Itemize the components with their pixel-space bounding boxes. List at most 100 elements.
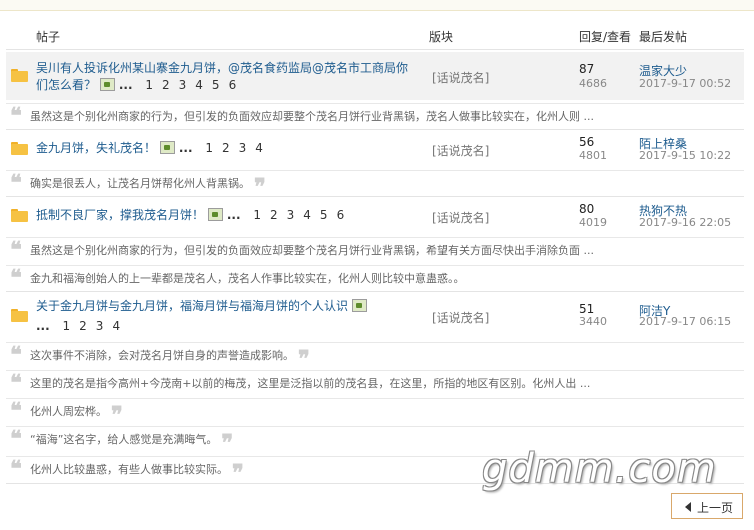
page-link[interactable]: 5 bbox=[212, 78, 220, 92]
reply-quote[interactable]: ❝ 确实是很丢人，让茂名月饼帮化州人背黑锅。 ❞ bbox=[6, 170, 744, 198]
thread-row[interactable]: 吴川有人投诉化州某山寨金九月饼，@茂名食药监局@茂名市工商局你 们怎么看？ ..… bbox=[6, 52, 744, 100]
page-link[interactable]: 3 bbox=[96, 319, 104, 333]
reply-count: 87 bbox=[579, 62, 595, 76]
pages-ellipsis: ... bbox=[178, 141, 193, 155]
folder-icon bbox=[11, 69, 28, 82]
page-link[interactable]: 6 bbox=[229, 78, 237, 92]
page-link[interactable]: 4 bbox=[255, 141, 263, 155]
page-link[interactable]: 2 bbox=[162, 78, 170, 92]
quote-text: 虽然这是个别化州商家的行为，但引发的负面效应却要整个茂名月饼行业背黑锅，茂名人做… bbox=[30, 110, 594, 123]
pages-ellipsis: ... bbox=[36, 319, 50, 333]
pagination-links: 123456 bbox=[142, 78, 246, 92]
open-quote-icon: ❝ bbox=[10, 398, 22, 424]
thread-title-line[interactable]: 关于金九月饼与金九月饼，福海月饼与福海月饼的个人认识 bbox=[36, 298, 371, 315]
page-link[interactable]: 6 bbox=[337, 208, 345, 222]
page-link[interactable]: 1 bbox=[205, 141, 213, 155]
open-quote-icon: ❝ bbox=[10, 265, 22, 291]
reply-quote[interactable]: ❝ 化州人周宏桦。 ❞ bbox=[6, 398, 744, 426]
close-quote-icon: ❞ bbox=[221, 430, 234, 456]
folder-icon bbox=[11, 142, 28, 155]
page-link[interactable]: 2 bbox=[270, 208, 278, 222]
view-count: 3440 bbox=[579, 315, 607, 328]
thread-title[interactable]: 金九月饼，失礼茂名！ bbox=[36, 141, 156, 155]
header-last-post: 最后发帖 bbox=[639, 30, 688, 44]
pagination-links: ... 1234 bbox=[36, 319, 129, 333]
image-attachment-icon bbox=[159, 141, 175, 154]
last-post-date: 2017-9-17 06:15 bbox=[639, 315, 732, 328]
page-link[interactable]: 2 bbox=[222, 141, 230, 155]
thread-title-line[interactable]: 金九月饼，失礼茂名！ ... 1234 bbox=[36, 140, 272, 157]
forum-link[interactable]: [话说茂名] bbox=[432, 309, 489, 326]
reply-quote[interactable]: ❝ 虽然这是个别化州商家的行为，但引发的负面效应却要整个茂名月饼行业背黑锅，希望… bbox=[6, 237, 744, 263]
prev-page-button[interactable]: 上一页 bbox=[671, 493, 743, 519]
header-forum: 版块 bbox=[429, 30, 454, 44]
site-watermark: gdmm.com bbox=[482, 446, 717, 492]
last-post-date: 2017-9-17 00:52 bbox=[639, 77, 732, 90]
quote-text: 化州人周宏桦。 bbox=[30, 405, 107, 418]
pagination-links: 123456 bbox=[250, 208, 354, 222]
forum-link[interactable]: [话说茂名] bbox=[432, 209, 489, 226]
open-quote-icon: ❝ bbox=[10, 103, 22, 129]
quote-text: 确实是很丢人，让茂名月饼帮化州人背黑锅。 bbox=[30, 177, 250, 190]
top-strip bbox=[0, 0, 754, 11]
row-divider bbox=[6, 196, 744, 197]
forum-link[interactable]: [话说茂名] bbox=[432, 69, 489, 86]
close-quote-icon: ❞ bbox=[111, 402, 123, 428]
open-quote-icon: ❝ bbox=[10, 237, 22, 263]
quote-text: 虽然这是个别化州商家的行为，但引发的负面效应却要整个茂名月饼行业背黑锅，希望有关… bbox=[30, 244, 594, 257]
folder-icon bbox=[11, 309, 28, 322]
image-attachment-icon bbox=[99, 78, 115, 91]
image-attachment-icon bbox=[207, 208, 223, 221]
thread-title[interactable]: 抵制不良厂家，撑我茂名月饼！ bbox=[36, 208, 204, 222]
header-post: 帖子 bbox=[36, 30, 61, 44]
page-link[interactable]: 1 bbox=[145, 78, 153, 92]
prev-page-label: 上一页 bbox=[697, 501, 734, 515]
quote-text: “福海”这名字，给人感觉是充满晦气。 bbox=[30, 433, 218, 446]
page-link[interactable]: 4 bbox=[112, 319, 120, 333]
forum-link[interactable]: [话说茂名] bbox=[432, 142, 489, 159]
page-link[interactable]: 1 bbox=[253, 208, 261, 222]
page-link[interactable]: 3 bbox=[287, 208, 295, 222]
open-quote-icon: ❝ bbox=[10, 370, 22, 396]
page-link[interactable]: 5 bbox=[320, 208, 328, 222]
page-link[interactable]: 4 bbox=[195, 78, 203, 92]
folder-icon bbox=[11, 209, 28, 222]
open-quote-icon: ❝ bbox=[10, 170, 22, 196]
open-quote-icon: ❝ bbox=[10, 456, 22, 482]
page-link[interactable]: 3 bbox=[239, 141, 247, 155]
thread-title-line[interactable]: 抵制不良厂家，撑我茂名月饼！ ... 123456 bbox=[36, 207, 353, 224]
view-count: 4801 bbox=[579, 149, 607, 162]
thread-row[interactable]: 关于金九月饼与金九月饼，福海月饼与福海月饼的个人认识 ... 1234 [话说茂… bbox=[6, 294, 744, 336]
quote-text: 这次事件不消除，会对茂名月饼自身的声誉造成影响。 bbox=[30, 349, 294, 362]
quote-text: 这里的茂名是指今高州+今茂南+以前的梅茂，这里是泛指以前的茂名县，在这里，所指的… bbox=[30, 377, 591, 390]
page-link[interactable]: 1 bbox=[63, 319, 71, 333]
reply-count: 80 bbox=[579, 202, 595, 216]
open-quote-icon: ❝ bbox=[10, 426, 22, 452]
thread-title-line2[interactable]: 们怎么看？ bbox=[36, 78, 96, 92]
thread-title-cont[interactable]: 们怎么看？ ... 123456 bbox=[36, 77, 245, 94]
reply-quote[interactable]: ❝ 金九和福海创始人的上一辈都是茂名人，茂名人作事比较实在，化州人则比较中意蛊惑… bbox=[6, 265, 744, 291]
pagination-links: 1234 bbox=[202, 141, 272, 155]
reply-quote[interactable]: ❝ 这次事件不消除，会对茂名月饼自身的声誉造成影响。 ❞ bbox=[6, 342, 744, 370]
pages-ellipsis: ... bbox=[226, 208, 241, 222]
reply-quote[interactable]: ❝ 这里的茂名是指今高州+今茂南+以前的梅茂，这里是泛指以前的茂名县，在这里，所… bbox=[6, 370, 744, 396]
chevron-left-icon bbox=[685, 502, 691, 512]
thread-row[interactable]: 抵制不良厂家，撑我茂名月饼！ ... 123456 [话说茂名] 80 4019… bbox=[6, 199, 744, 233]
reply-quote[interactable]: ❝ 虽然这是个别化州商家的行为，但引发的负面效应却要整个茂名月饼行业背黑锅，茂名… bbox=[6, 103, 744, 129]
quote-text: 化州人比较蛊惑，有些人做事比较实际。 bbox=[30, 463, 228, 476]
row-divider bbox=[6, 291, 744, 292]
view-count: 4686 bbox=[579, 77, 607, 90]
reply-count: 56 bbox=[579, 135, 595, 149]
row-divider bbox=[6, 129, 744, 130]
last-post-date: 2017-9-15 10:22 bbox=[639, 149, 732, 162]
thread-row[interactable]: 金九月饼，失礼茂名！ ... 1234 [话说茂名] 56 4801 陌上梓桑 … bbox=[6, 132, 744, 166]
open-quote-icon: ❝ bbox=[10, 342, 22, 368]
thread-title[interactable]: 关于金九月饼与金九月饼，福海月饼与福海月饼的个人认识 bbox=[36, 299, 348, 313]
page-link[interactable]: 4 bbox=[303, 208, 311, 222]
page-link[interactable]: 2 bbox=[79, 319, 87, 333]
header-divider bbox=[6, 49, 744, 50]
image-attachment-icon bbox=[351, 299, 367, 312]
page-link[interactable]: 3 bbox=[179, 78, 187, 92]
thread-title[interactable]: 吴川有人投诉化州某山寨金九月饼，@茂名食药监局@茂名市工商局你 bbox=[36, 60, 408, 77]
close-quote-icon: ❞ bbox=[298, 346, 310, 372]
